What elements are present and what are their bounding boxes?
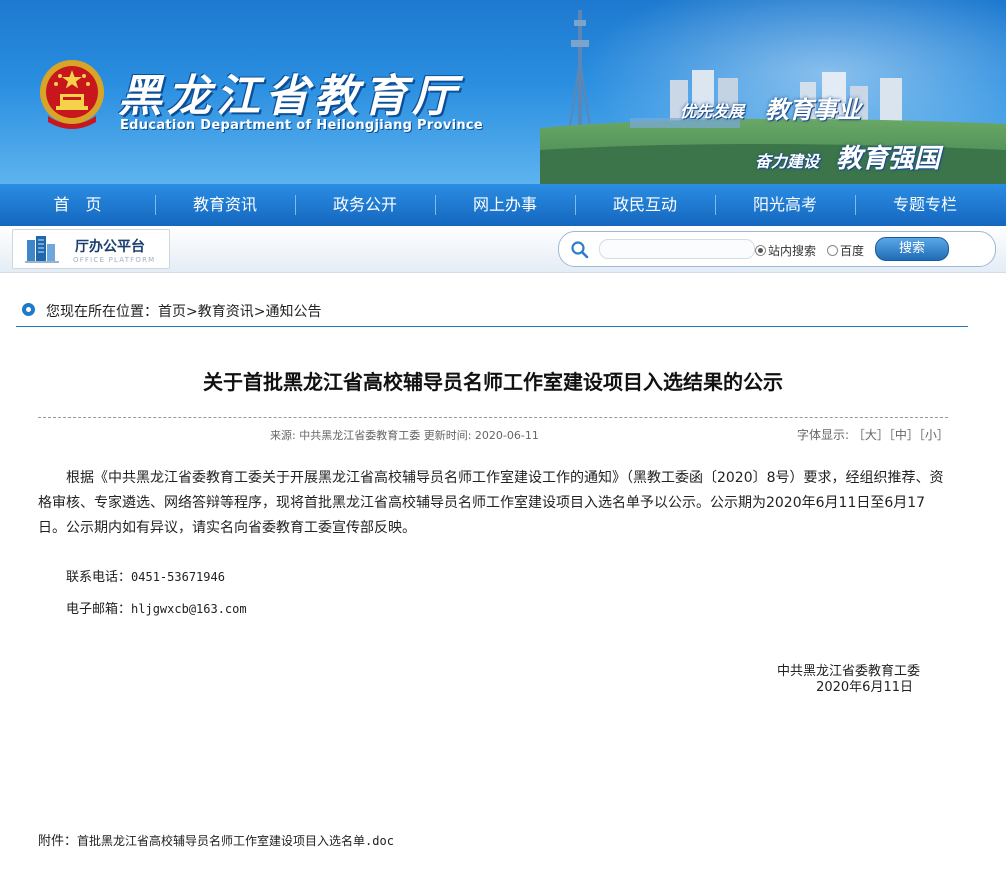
article-meta: 来源: 中共黑龙江省委教育工委 更新时间: 2020-06-11 <box>270 429 539 442</box>
location-icon <box>22 303 35 316</box>
radio-baidu-search[interactable]: 百度 <box>827 242 864 259</box>
office-platform-label: 厅办公平台 <box>75 239 145 255</box>
contact-email: 电子邮箱：hljgwxcb@163.com <box>66 598 247 617</box>
site-banner: 黑龙江省教育厅 Education Department of Heilongj… <box>0 0 1006 184</box>
office-platform-sub: OFFICE PLATFORM <box>73 256 156 264</box>
article-title: 关于首批黑龙江省高校辅导员名师工作室建设项目入选结果的公示 <box>203 370 783 394</box>
attachment: 附件：首批黑龙江省高校辅导员名师工作室建设项目入选名单.doc <box>38 830 394 849</box>
breadcrumb: 您现在所在位置：首页>教育资讯>通知公告 <box>16 296 968 327</box>
nav-item-online-services[interactable]: 网上办事 <box>435 184 575 226</box>
search-box: 站内搜索 百度 搜索 <box>558 231 996 267</box>
phone-value: 0451-53671946 <box>131 570 225 584</box>
nav-item-interaction[interactable]: 政民互动 <box>575 184 715 226</box>
search-icon <box>571 241 589 259</box>
font-size-switcher: 字体显示: ［大］［中］［小］ <box>797 426 949 443</box>
email-value: hljgwxcb@163.com <box>131 602 247 616</box>
font-size-medium-link[interactable]: ［中］ <box>889 428 919 442</box>
attachment-label: 附件： <box>38 834 78 849</box>
search-input[interactable] <box>599 239 755 259</box>
national-emblem-icon <box>40 60 104 129</box>
nav-item-sunshine-gaokao[interactable]: 阳光高考 <box>715 184 855 226</box>
email-label: 电子邮箱： <box>66 602 132 617</box>
toolbar: 厅办公平台 OFFICE PLATFORM 站内搜索 百度 搜索 <box>0 226 1006 273</box>
font-size-label: 字体显示: <box>797 428 850 442</box>
breadcrumb-text: 您现在所在位置：首页>教育资讯>通知公告 <box>46 304 322 320</box>
nav-item-special-topics[interactable]: 专题专栏 <box>855 184 995 226</box>
slogan-strive: 奋力建设 <box>755 152 820 171</box>
nav-item-government-affairs[interactable]: 政务公开 <box>295 184 435 226</box>
radio-site-label: 站内搜索 <box>768 244 817 258</box>
site-subtitle: Education Department of Heilongjiang Pro… <box>120 118 484 133</box>
sign-date: 2020年6月11日 <box>816 680 913 695</box>
title-divider <box>38 417 948 418</box>
phone-label: 联系电话： <box>66 570 132 585</box>
site-title: 黑龙江省教育厅 <box>118 71 461 122</box>
radio-site-dot[interactable] <box>755 245 766 256</box>
slogan-strong-nation: 教育强国 <box>836 144 941 174</box>
radio-site-search[interactable]: 站内搜索 <box>755 242 816 259</box>
font-size-large-link[interactable]: ［大］ <box>853 428 889 442</box>
article-body: 根据《中共黑龙江省委教育工委关于开展黑龙江省高校辅导员名师工作室建设工作的通知》… <box>38 470 944 536</box>
signer: 中共黑龙江省委教育工委 <box>776 664 920 679</box>
signature-block: 中共黑龙江省委教育工委 2020年6月11日 <box>777 664 920 696</box>
nav-item-education-news[interactable]: 教育资讯 <box>155 184 295 226</box>
slogan-education-cause: 教育事业 <box>765 95 861 124</box>
building-icon <box>25 236 59 263</box>
office-platform-button[interactable]: 厅办公平台 OFFICE PLATFORM <box>12 229 170 269</box>
font-size-small-link[interactable]: ［小］ <box>919 428 949 442</box>
main-nav: 首 页 教育资讯 政务公开 网上办事 政民互动 阳光高考 专题专栏 <box>0 184 1006 226</box>
slogan-priority: 优先发展 <box>680 102 745 121</box>
radio-baidu-label: 百度 <box>840 244 865 258</box>
attachment-link[interactable]: 首批黑龙江省高校辅导员名师工作室建设项目入选名单.doc <box>77 834 394 848</box>
radio-baidu-dot[interactable] <box>827 245 838 256</box>
nav-item-home[interactable]: 首 页 <box>0 184 155 226</box>
search-button[interactable]: 搜索 <box>875 237 949 261</box>
contact-phone: 联系电话：0451-53671946 <box>66 566 225 585</box>
